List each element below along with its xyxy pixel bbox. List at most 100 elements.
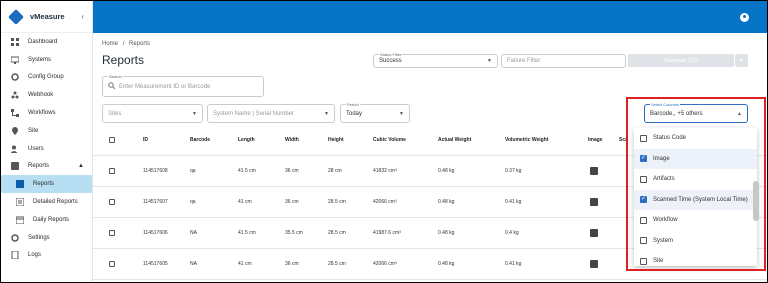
download-options-button[interactable]: ▼ [735, 54, 748, 67]
col-volumetric-weight[interactable]: Volumetric Weight [505, 137, 548, 143]
cell-volumetric-weight: 0.4 kg [505, 230, 519, 236]
sidebar-item-reports[interactable]: Reports ▲ [1, 158, 92, 176]
status-filter-select[interactable]: Status Filter Success ▼ [373, 52, 498, 68]
cell-length: 41 cm [238, 199, 252, 205]
col-image[interactable]: Image [588, 137, 602, 143]
period-value: Today [346, 110, 363, 117]
period-label: Period [346, 102, 360, 107]
row-checkbox[interactable] [109, 261, 115, 267]
cell-length: 41.5 cm [238, 168, 256, 174]
sidebar-item-label: Workflows [28, 110, 56, 117]
vmeasure-logo-icon [8, 8, 24, 25]
sidebar-item-label: Users [28, 145, 44, 152]
cell-height: 28.5 cm [328, 261, 346, 267]
col-barcode[interactable]: Barcode [190, 137, 210, 143]
row-checkbox[interactable] [109, 168, 115, 174]
sidebar-item-site[interactable]: Site [1, 122, 92, 140]
row-checkbox[interactable] [109, 230, 115, 236]
highlight-box [626, 97, 766, 271]
col-height[interactable]: Height [328, 137, 344, 143]
sidebar-item-users[interactable]: Users [1, 140, 92, 158]
search-input[interactable]: Search Enter Measurement ID or Barcode [102, 74, 264, 97]
failure-filter-placeholder: Failure Filter [507, 58, 541, 64]
image-icon[interactable] [590, 198, 598, 206]
account-icon[interactable] [740, 13, 749, 22]
chevron-down-icon: ▼ [324, 110, 329, 117]
sidebar-item-label: Settings [28, 234, 50, 241]
status-filter-label: Status Filter [379, 52, 403, 57]
status-filter-value: Success [379, 58, 402, 64]
cell-length: 41.5 cm [238, 230, 256, 236]
cell-id: 114517608 [143, 168, 168, 174]
grid-icon [11, 37, 19, 46]
cell-cubic-volume: 41987.6 cm³ [373, 230, 401, 236]
page-title: Reports [102, 53, 145, 67]
sidebar-item-workflows[interactable]: Workflows [1, 104, 92, 122]
cell-cubic-volume: 42066 cm³ [373, 261, 397, 267]
period-select[interactable]: Period Today ▼ [340, 102, 410, 123]
sidebar-item-label: Dashboard [28, 38, 58, 45]
sites-select[interactable]: Sites ▼ [102, 104, 203, 123]
sidebar-item-detailed-reports[interactable]: Detailed Reports [1, 193, 92, 211]
select-all-checkbox[interactable] [109, 137, 115, 143]
cell-barcode: NA [190, 261, 197, 267]
cell-width: 36 cm [285, 199, 299, 205]
webhook-icon [11, 91, 19, 99]
sidebar-item-systems[interactable]: Systems [1, 51, 92, 69]
sidebar-item-logs[interactable]: Logs [1, 247, 92, 265]
search-label: Search [108, 74, 123, 79]
row-checkbox[interactable] [109, 199, 115, 205]
cell-volumetric-weight: 0.41 kg [505, 261, 522, 267]
sidebar-item-daily-reports[interactable]: Daily Reports [1, 211, 92, 229]
sidebar-item-reports-list[interactable]: Reports [1, 175, 92, 194]
sidebar-item-label: Reports [28, 163, 50, 170]
chevron-down-icon: ▼ [192, 110, 197, 117]
cell-height: 28 cm [328, 168, 342, 174]
gear-icon [11, 233, 19, 242]
cell-actual-weight: 0.48 kg [438, 261, 455, 267]
col-cubic-volume[interactable]: Cubic Volume [373, 137, 406, 143]
sidebar-item-label: Daily Reports [33, 216, 70, 223]
image-icon[interactable] [590, 229, 598, 237]
location-icon [11, 126, 19, 135]
cell-actual-weight: 0.48 kg [438, 168, 455, 174]
collapse-sidebar-icon[interactable]: ‹ [81, 12, 84, 21]
col-width[interactable]: Width [285, 137, 299, 143]
sidebar-item-label: Site [28, 127, 39, 134]
download-csv-button[interactable]: Download CSV [628, 54, 734, 67]
users-icon [11, 145, 19, 153]
col-id[interactable]: ID [143, 137, 148, 143]
sidebar-item-label: Reports [33, 181, 55, 188]
app-name: vMeasure [30, 12, 65, 21]
image-icon[interactable] [590, 167, 598, 175]
workflow-icon [11, 109, 19, 118]
cell-height: 28.5 cm [328, 230, 346, 236]
failure-filter-select[interactable]: Failure Filter [501, 54, 626, 68]
cell-id: 114517605 [143, 261, 168, 267]
col-length[interactable]: Length [238, 137, 255, 143]
sidebar-item-config-group[interactable]: Config Group [1, 69, 92, 87]
cell-id: 114517607 [143, 199, 168, 205]
cell-barcode: qa [190, 168, 196, 174]
app-frame: vMeasure ‹ Dashboard Systems Config Grou… [1, 1, 767, 282]
gear-icon [11, 73, 19, 82]
image-icon[interactable] [590, 260, 598, 268]
calendar-icon [15, 216, 25, 225]
sidebar-item-label: Systems [28, 56, 52, 63]
breadcrumb-separator: / [122, 41, 125, 47]
sidebar-item-settings[interactable]: Settings [1, 229, 92, 247]
cell-height: 28.5 cm [328, 199, 346, 205]
col-actual-weight[interactable]: Actual Weight [438, 137, 471, 143]
sidebar-item-label: Detailed Reports [33, 199, 78, 206]
sidebar-item-dashboard[interactable]: Dashboard [1, 33, 92, 51]
cell-actual-weight: 0.48 kg [438, 230, 455, 236]
cell-width: 36 cm [285, 261, 299, 267]
system-select[interactable]: System Name | Serial Number ▼ [207, 104, 335, 123]
sidebar-item-webhook[interactable]: Webhook [1, 86, 92, 104]
chevron-down-icon: ▼ [739, 57, 744, 64]
cell-barcode: NA [190, 230, 197, 236]
top-bar [93, 1, 767, 33]
chevron-down-icon: ▼ [399, 110, 404, 117]
cell-width: 36 cm [285, 168, 299, 174]
breadcrumb-home[interactable]: Home [102, 41, 118, 47]
